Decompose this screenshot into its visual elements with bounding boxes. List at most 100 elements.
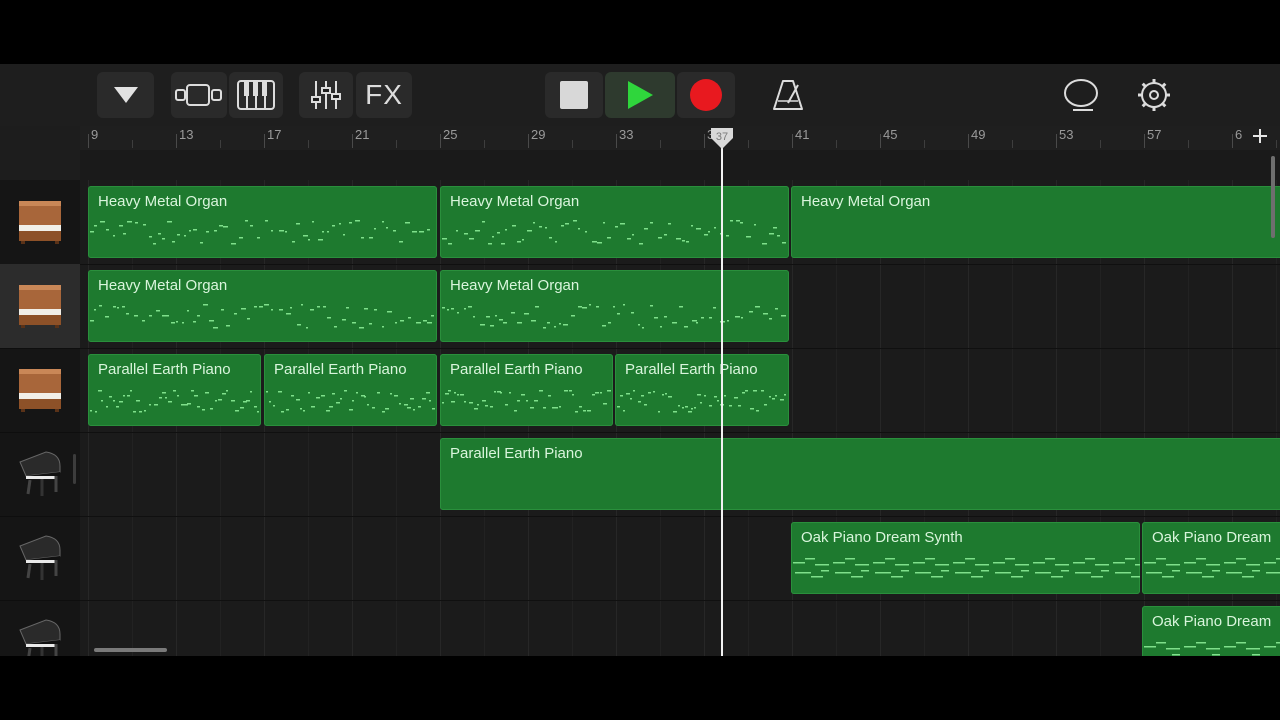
ruler-minor-tick	[572, 140, 573, 148]
region-label: Heavy Metal Organ	[801, 193, 931, 210]
track-header[interactable]	[0, 180, 80, 265]
region[interactable]: Heavy Metal Organ	[440, 270, 789, 342]
ruler-minor-tick	[748, 140, 749, 148]
loop-browser-button[interactable]	[1055, 72, 1107, 118]
keyboard-button[interactable]	[229, 72, 283, 118]
region[interactable]: Oak Piano Dream	[1142, 522, 1280, 594]
ruler-bar-label: 21	[355, 127, 370, 142]
ruler-tick	[440, 134, 441, 148]
ruler-bar-label: 9	[91, 127, 99, 142]
region[interactable]: Heavy Metal Organ	[88, 186, 437, 258]
region[interactable]: Oak Piano Dream	[1142, 606, 1280, 656]
ruler-bar-label: 17	[267, 127, 282, 142]
ruler-bar-label: 41	[795, 127, 810, 142]
midi-notes	[793, 558, 1140, 578]
play-icon	[628, 81, 653, 109]
upright-piano-icon	[15, 363, 65, 418]
region[interactable]: Parallel Earth Piano	[440, 438, 1280, 510]
region[interactable]: Parallel Earth Piano	[264, 354, 437, 426]
midi-notes	[1144, 558, 1280, 578]
mixer-button[interactable]	[299, 72, 353, 118]
add-section-button[interactable]	[1250, 128, 1270, 148]
fx-icon: FX	[365, 79, 403, 110]
track-header[interactable]	[0, 516, 80, 601]
view-toggle-button[interactable]	[171, 72, 227, 118]
timeline-ruler[interactable]: 9 13 17 21 25 29 33 37 41 45 49 53 57 6	[80, 126, 1280, 150]
midi-notes	[90, 220, 430, 245]
record-button[interactable]	[677, 72, 735, 118]
settings-button[interactable]	[1128, 72, 1180, 118]
region-label: Parallel Earth Piano	[450, 361, 583, 378]
ruler-tick	[528, 134, 529, 148]
region-label: Heavy Metal Organ	[98, 277, 228, 294]
track-header-scrollbar[interactable]	[73, 454, 76, 484]
record-icon	[690, 79, 722, 111]
track-headers	[0, 180, 80, 656]
browser-menu-button[interactable]	[97, 72, 154, 118]
ruler-minor-tick	[836, 140, 837, 148]
ruler-minor-tick	[220, 140, 221, 148]
track-header[interactable]	[0, 348, 80, 433]
fx-button[interactable]: FX	[356, 72, 412, 118]
ruler-minor-tick	[660, 140, 661, 148]
playhead-handle-icon[interactable]: 37	[710, 128, 734, 150]
upright-piano-icon	[15, 279, 65, 334]
toolbar: FX	[0, 64, 1280, 126]
ruler-minor-tick	[132, 140, 133, 148]
ruler-bar-label: 29	[531, 127, 546, 142]
ruler-tick	[352, 134, 353, 148]
play-button[interactable]	[605, 72, 675, 118]
midi-notes	[266, 390, 435, 413]
track-header[interactable]	[0, 264, 80, 349]
stop-icon	[560, 81, 588, 109]
region[interactable]: Parallel Earth Piano	[440, 354, 613, 426]
ruler-minor-tick	[396, 140, 397, 148]
mixer-sliders-icon	[311, 81, 341, 109]
region[interactable]: Oak Piano Dream Synth	[791, 522, 1140, 594]
region[interactable]: Heavy Metal Organ	[440, 186, 789, 258]
track-header[interactable]	[0, 432, 80, 517]
region[interactable]: Heavy Metal Organ	[88, 270, 437, 342]
region[interactable]: Parallel Earth Piano	[88, 354, 261, 426]
track-view-icon	[175, 84, 222, 106]
ruler-tick	[176, 134, 177, 148]
gear-icon	[1138, 79, 1170, 111]
ruler-bar-label: 6	[1235, 127, 1243, 142]
region-label: Parallel Earth Piano	[98, 361, 231, 378]
triangle-down-icon	[113, 87, 138, 103]
plus-icon	[1253, 129, 1267, 143]
midi-notes	[617, 390, 786, 413]
ruler-bar-label: 25	[443, 127, 458, 142]
ruler-tick	[968, 134, 969, 148]
ruler-tick	[616, 134, 617, 148]
stop-button[interactable]	[545, 72, 603, 118]
region-label: Heavy Metal Organ	[450, 193, 580, 210]
ruler-tick	[704, 134, 705, 148]
midi-notes	[442, 304, 786, 329]
ruler-tick	[792, 134, 793, 148]
region-label: Parallel Earth Piano	[450, 445, 583, 462]
ruler-bar-label: 57	[1147, 127, 1162, 142]
ruler-tick	[1232, 134, 1233, 148]
metronome-button[interactable]	[762, 72, 814, 118]
track-lane[interactable]	[80, 600, 1280, 656]
region-label: Oak Piano Dream	[1152, 529, 1272, 546]
ruler-tick	[1144, 134, 1145, 148]
region[interactable]: Parallel Earth Piano	[615, 354, 789, 426]
ruler-minor-tick	[1100, 140, 1101, 148]
track-header[interactable]	[0, 600, 80, 656]
ruler-tick	[880, 134, 881, 148]
horizontal-scrollbar[interactable]	[94, 648, 167, 652]
ruler-tick	[264, 134, 265, 148]
midi-notes	[90, 304, 434, 329]
midi-notes	[442, 390, 611, 413]
grand-piano-icon	[16, 446, 64, 503]
grand-piano-icon	[16, 614, 64, 656]
playhead[interactable]	[721, 128, 723, 656]
ruler-bar-label: 53	[1059, 127, 1074, 142]
tracks-area[interactable]: Heavy Metal Organ Heavy Metal Organ Heavy …	[80, 180, 1280, 656]
vertical-scrollbar[interactable]	[1271, 156, 1275, 238]
upright-piano-icon	[15, 195, 65, 250]
ruler-minor-tick	[1276, 140, 1277, 148]
region[interactable]: Heavy Metal Organ	[791, 186, 1280, 258]
